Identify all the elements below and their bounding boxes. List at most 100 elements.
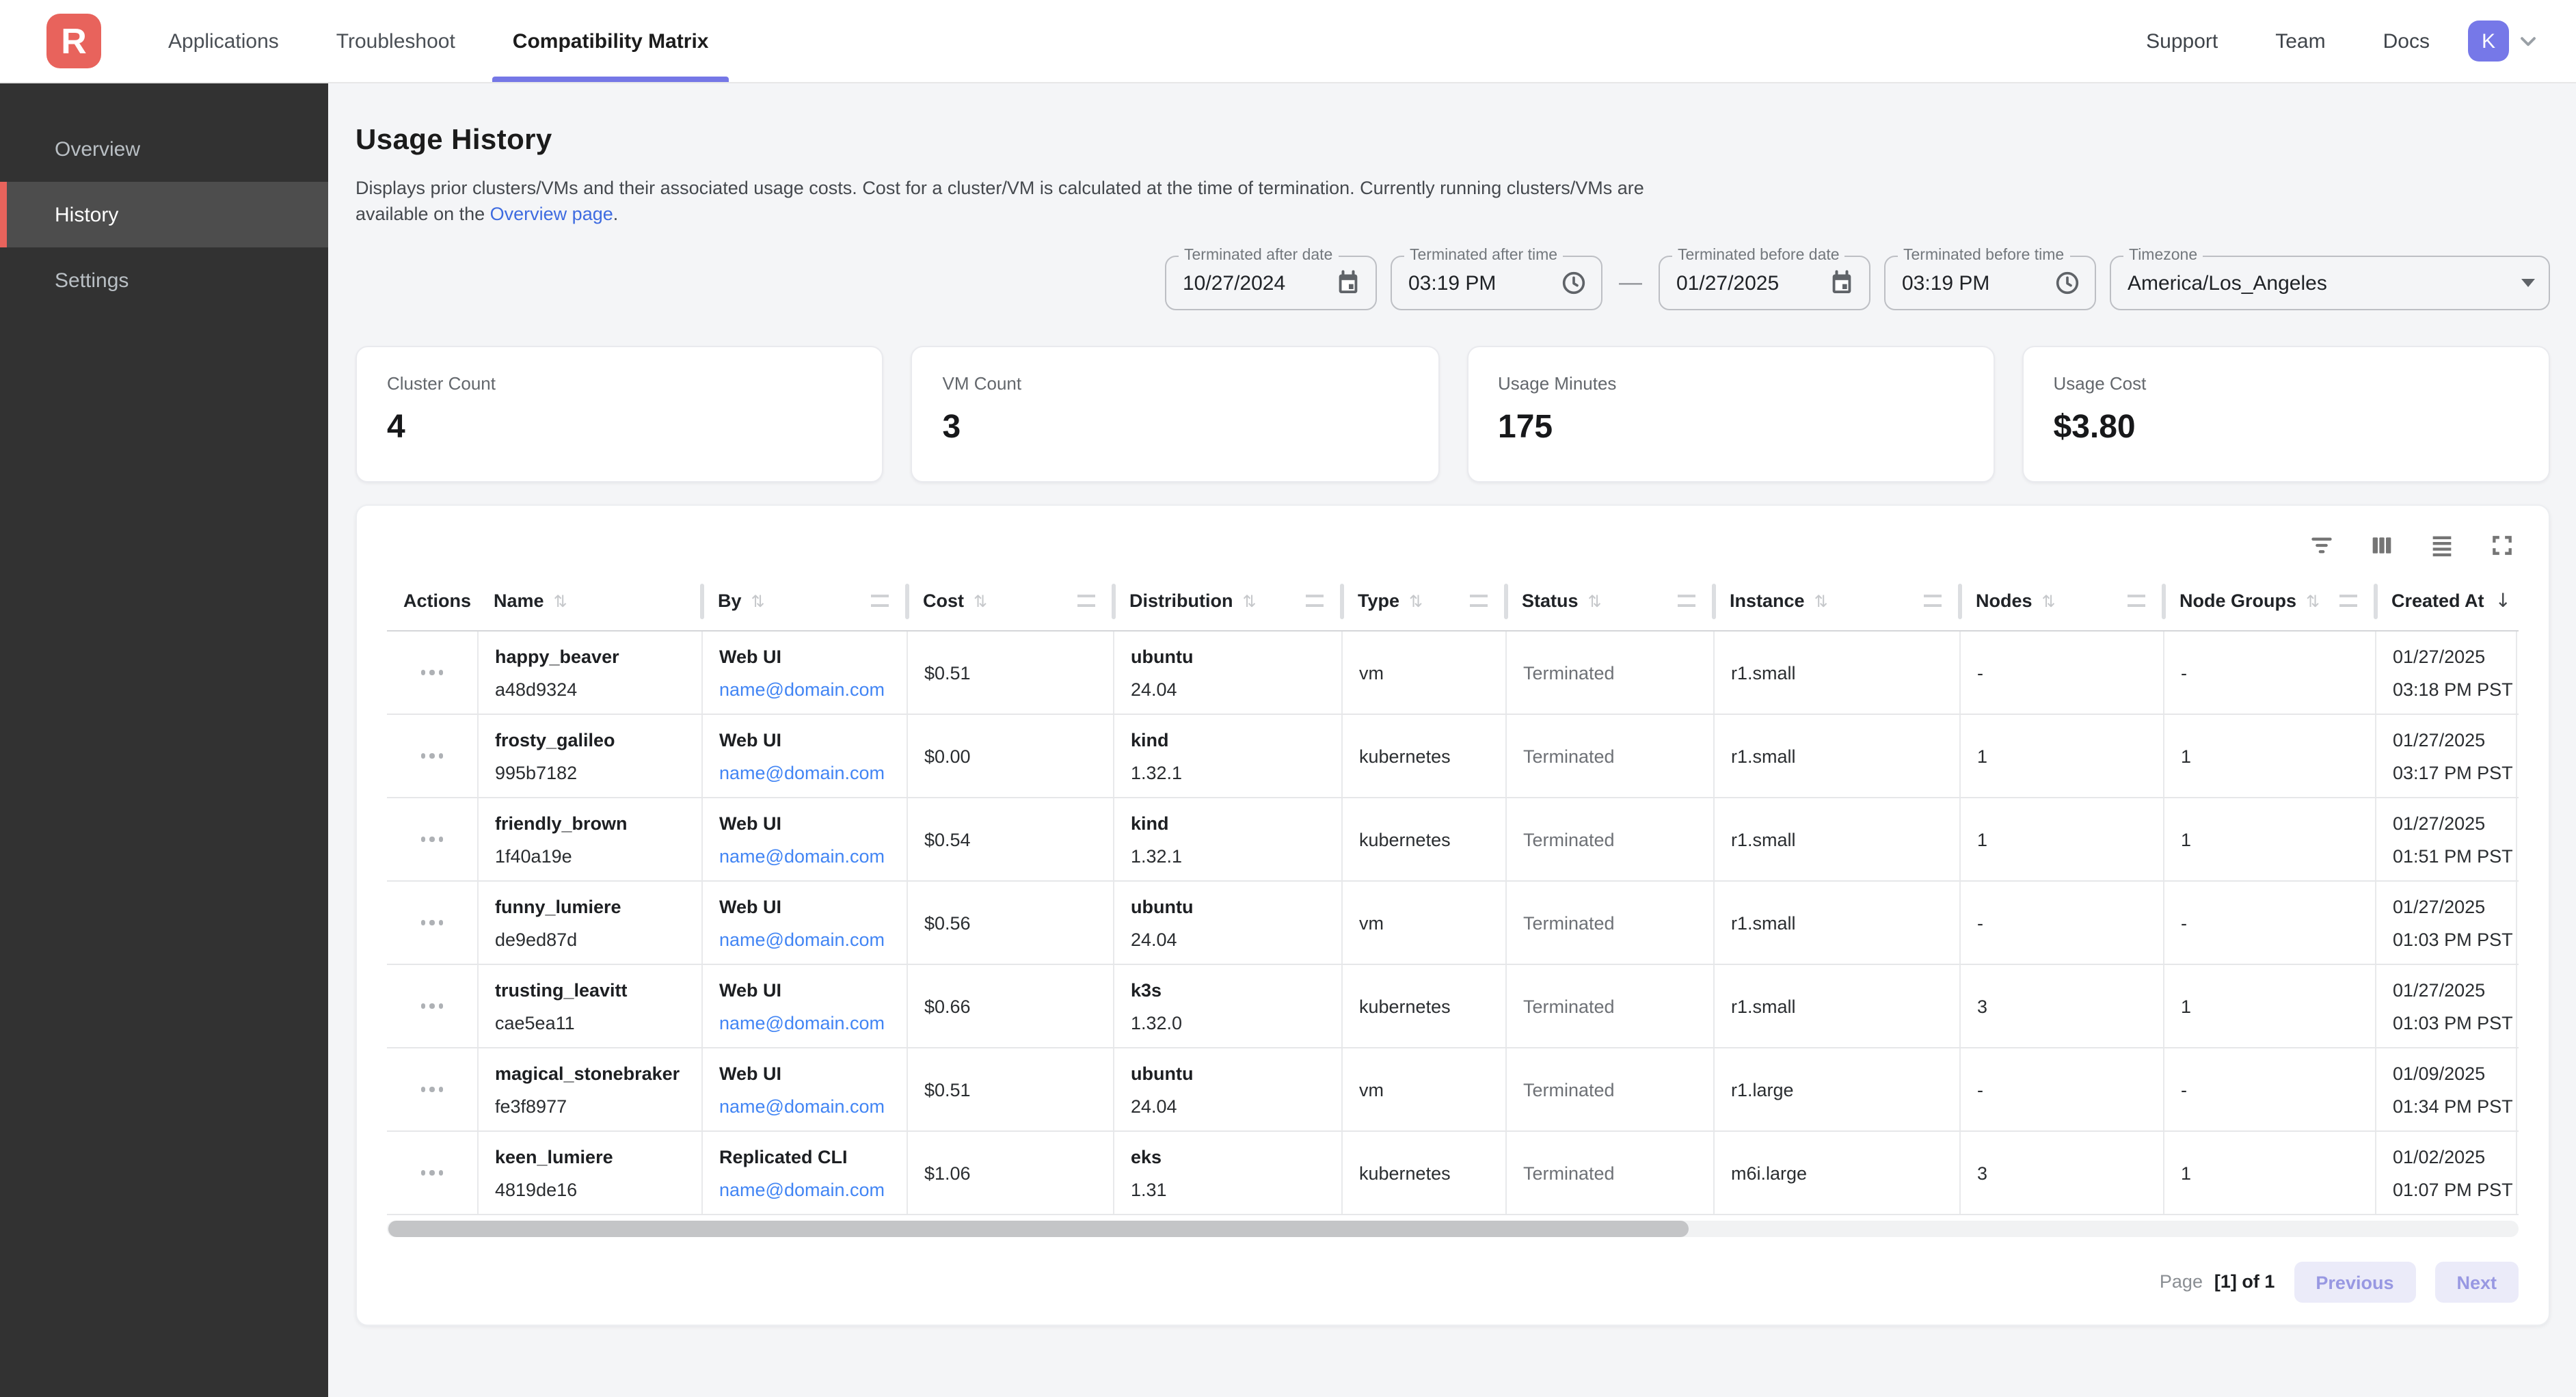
tab-label: Applications bbox=[168, 29, 279, 53]
drag-handle-icon[interactable] bbox=[1470, 595, 1488, 607]
horizontal-scrollbar-track[interactable] bbox=[387, 1221, 2519, 1237]
ellipsis-dot bbox=[439, 921, 444, 925]
table-header-row: Actions Name ⇅ By ⇅ bbox=[387, 571, 2519, 632]
row-actions-button[interactable] bbox=[416, 662, 449, 683]
nodes-value: - bbox=[1977, 662, 1983, 683]
row-actions-button[interactable] bbox=[416, 1079, 449, 1100]
sidebar-item-history[interactable]: History bbox=[0, 182, 328, 247]
timezone-select[interactable]: Timezone America/Los_Angeles bbox=[2110, 256, 2550, 310]
col-header-cost[interactable]: Cost ⇅ bbox=[907, 571, 1113, 630]
sidebar-item-label: Settings bbox=[55, 269, 129, 292]
table-row: keen_lumiere 4819de16 Replicated CLI nam… bbox=[387, 1132, 2519, 1215]
cell-status: Terminated bbox=[1505, 1048, 1713, 1130]
sort-icon: ⇅ bbox=[1409, 591, 1423, 610]
column-label: Type bbox=[1358, 591, 1399, 611]
sidebar-item-overview[interactable]: Overview bbox=[0, 116, 328, 182]
tab-compatibility-matrix[interactable]: Compatibility Matrix bbox=[484, 0, 738, 82]
terminated-before-date-field[interactable]: Terminated before date 01/27/2025 bbox=[1659, 256, 1870, 310]
cluster-name: frosty_galileo bbox=[495, 729, 685, 752]
terminated-after-time-field[interactable]: Terminated after time 03:19 PM bbox=[1391, 256, 1602, 310]
col-header-node-groups[interactable]: Node Groups ⇅ bbox=[2163, 571, 2375, 630]
drag-handle-icon[interactable] bbox=[1924, 595, 1942, 607]
sort-icon: ⇅ bbox=[1243, 591, 1257, 610]
nav-link-support[interactable]: Support bbox=[2146, 29, 2218, 53]
created-by-email-link[interactable]: name@domain.com bbox=[719, 1095, 885, 1118]
distribution-name: kind bbox=[1131, 812, 1325, 835]
col-header-distribution[interactable]: Distribution ⇅ bbox=[1113, 571, 1341, 630]
nav-link-team[interactable]: Team bbox=[2275, 29, 2325, 53]
clock-icon[interactable] bbox=[2054, 269, 2081, 297]
clock-icon[interactable] bbox=[1560, 269, 1587, 297]
fullscreen-icon[interactable] bbox=[2486, 529, 2519, 562]
tab-troubleshoot[interactable]: Troubleshoot bbox=[308, 0, 484, 82]
drag-handle-icon[interactable] bbox=[1077, 595, 1095, 607]
horizontal-scrollbar-thumb[interactable] bbox=[388, 1221, 1689, 1237]
cell-distribution: kind 1.32.1 bbox=[1113, 798, 1341, 880]
filter-icon[interactable] bbox=[2305, 529, 2338, 562]
col-header-instance[interactable]: Instance ⇅ bbox=[1713, 571, 1959, 630]
drag-handle-icon[interactable] bbox=[2128, 595, 2145, 607]
next-page-button[interactable]: Next bbox=[2434, 1262, 2519, 1303]
cell-distribution: eks 1.31 bbox=[1113, 1132, 1341, 1214]
created-by-source: Web UI bbox=[719, 979, 890, 1002]
row-actions-button[interactable] bbox=[416, 996, 449, 1017]
density-icon[interactable] bbox=[2426, 529, 2458, 562]
node-groups-value: - bbox=[2181, 662, 2187, 683]
row-actions-button[interactable] bbox=[416, 912, 449, 934]
distribution-name: kind bbox=[1131, 729, 1325, 752]
cluster-name: funny_lumiere bbox=[495, 895, 685, 919]
overview-page-link[interactable]: Overview page bbox=[490, 204, 613, 224]
terminated-before-time-field[interactable]: Terminated before time 03:19 PM bbox=[1884, 256, 2096, 310]
ellipsis-dot bbox=[439, 837, 444, 842]
active-tab-indicator bbox=[492, 77, 729, 82]
cell-created-at: 01/27/2025 01:03 PM PST bbox=[2375, 882, 2517, 964]
drag-handle-icon[interactable] bbox=[871, 595, 889, 607]
ellipsis-dot bbox=[430, 1171, 435, 1176]
created-by-email-link[interactable]: name@domain.com bbox=[719, 678, 885, 701]
nav-link-docs[interactable]: Docs bbox=[2383, 29, 2430, 53]
cell-node-groups: 1 bbox=[2163, 798, 2375, 880]
replicated-logo[interactable]: R bbox=[46, 14, 101, 68]
calendar-icon[interactable] bbox=[1334, 269, 1362, 297]
columns-icon[interactable] bbox=[2365, 529, 2398, 562]
drag-handle-icon[interactable] bbox=[1306, 595, 1324, 607]
col-header-created-at[interactable]: Created At ↓ bbox=[2375, 571, 2517, 630]
drag-handle-icon[interactable] bbox=[1678, 595, 1695, 607]
created-by-email-link[interactable]: name@domain.com bbox=[719, 928, 885, 951]
node-groups-value: 1 bbox=[2181, 746, 2191, 766]
col-header-status[interactable]: Status ⇅ bbox=[1505, 571, 1713, 630]
account-menu-button[interactable]: K bbox=[2468, 0, 2540, 82]
page-label: Page bbox=[2160, 1271, 2203, 1292]
created-by-email-link[interactable]: name@domain.com bbox=[719, 1012, 885, 1035]
usage-table-panel: Actions Name ⇅ By ⇅ bbox=[355, 504, 2550, 1326]
created-by-email-link[interactable]: name@domain.com bbox=[719, 1178, 885, 1202]
instance-value: r1.large bbox=[1731, 1079, 1794, 1100]
status-badge: Terminated bbox=[1523, 662, 1615, 683]
col-header-type[interactable]: Type ⇅ bbox=[1341, 571, 1505, 630]
node-groups-value: 1 bbox=[2181, 996, 2191, 1016]
calendar-icon[interactable] bbox=[1828, 269, 1855, 297]
stat-value: 3 bbox=[943, 409, 1408, 447]
cell-actions bbox=[387, 632, 477, 714]
row-actions-button[interactable] bbox=[416, 1163, 449, 1184]
col-header-by[interactable]: By ⇅ bbox=[701, 571, 907, 630]
created-by-email-link[interactable]: name@domain.com bbox=[719, 761, 885, 785]
row-actions-button[interactable] bbox=[416, 829, 449, 850]
created-time: 03:17 PM PST bbox=[2393, 761, 2499, 785]
cell-name: frosty_galileo 995b7182 bbox=[477, 715, 701, 797]
app-root: R Applications Troubleshoot Compatibilit… bbox=[0, 0, 2576, 1397]
cell-cost: $1.06 bbox=[907, 1132, 1113, 1214]
col-header-nodes[interactable]: Nodes ⇅ bbox=[1959, 571, 2163, 630]
terminated-after-date-field[interactable]: Terminated after date 10/27/2024 bbox=[1165, 256, 1377, 310]
column-label: Actions bbox=[403, 591, 471, 611]
sidebar-item-settings[interactable]: Settings bbox=[0, 247, 328, 313]
cell-name: keen_lumiere 4819de16 bbox=[477, 1132, 701, 1214]
created-by-email-link[interactable]: name@domain.com bbox=[719, 845, 885, 868]
cell-cost: $0.00 bbox=[907, 715, 1113, 797]
row-actions-button[interactable] bbox=[416, 746, 449, 767]
drag-handle-icon[interactable] bbox=[2339, 595, 2357, 607]
previous-page-button[interactable]: Previous bbox=[2294, 1262, 2415, 1303]
type-value: vm bbox=[1359, 662, 1384, 683]
col-header-name[interactable]: Name ⇅ bbox=[477, 571, 701, 630]
tab-applications[interactable]: Applications bbox=[139, 0, 308, 82]
